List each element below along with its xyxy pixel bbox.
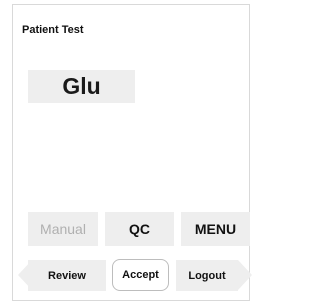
menu-button[interactable]: MENU (181, 212, 250, 246)
review-button[interactable]: Review (28, 260, 106, 291)
logout-button[interactable]: Logout (176, 260, 238, 291)
arrow-right-icon[interactable] (238, 260, 252, 290)
manual-button[interactable]: Manual (28, 212, 98, 246)
accept-button[interactable]: Accept (112, 259, 169, 291)
device-screen (12, 4, 250, 301)
page-title: Patient Test (22, 24, 84, 36)
qc-button[interactable]: QC (105, 212, 174, 246)
test-name-display: Glu (28, 70, 135, 103)
